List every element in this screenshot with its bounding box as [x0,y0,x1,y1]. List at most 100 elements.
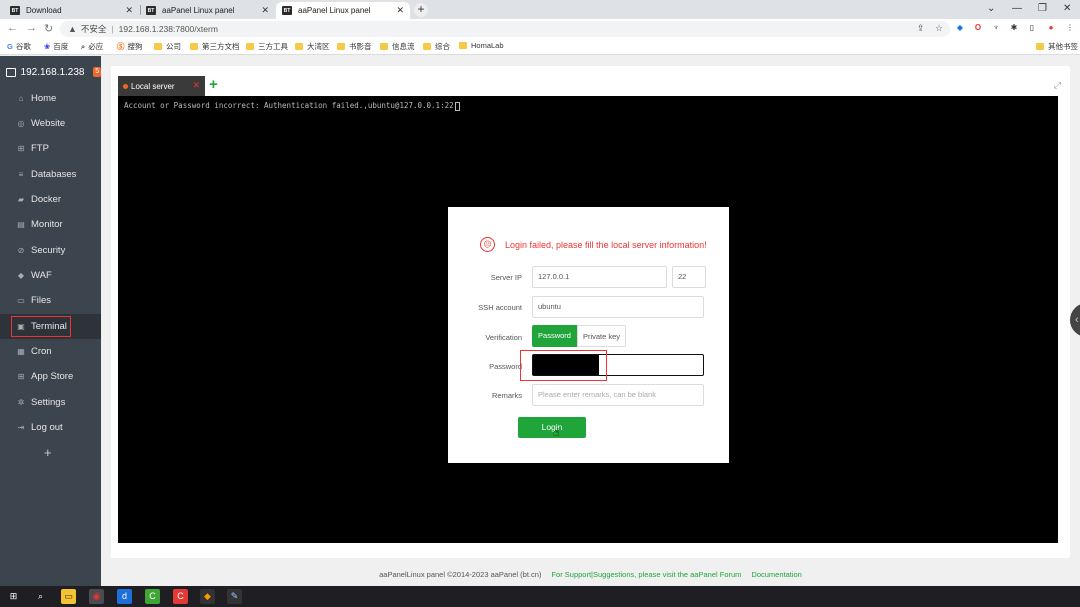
address-bar[interactable]: ▲ 不安全 | 192.168.1.238:7800/xterm [60,21,950,37]
close-icon[interactable]: ✕ [261,5,269,16]
browser-tab-aapanel[interactable]: BT aaPanel Linux panel ✕ [140,2,275,19]
file-explorer-icon[interactable]: ▭ [61,589,76,604]
server-header[interactable]: 192.168.1.238 5 [0,56,101,88]
sidebar-item-settings[interactable]: ✲ Settings [0,390,101,415]
bookmark-folder[interactable]: HomaLab [459,41,504,50]
calendar-icon: ▦ [17,347,25,356]
sidebar-item-files[interactable]: ▭ Files [0,288,101,313]
sidebar-item-monitor[interactable]: ▤ Monitor [0,212,101,237]
windows-start-icon[interactable]: ⊞ [6,589,21,604]
server-ip-input[interactable]: 127.0.0.1 [532,266,667,288]
sidebar-item-waf[interactable]: ◆ WAF [0,263,101,288]
bookmark-label: 谷歌 [15,42,31,51]
shield-check-icon: ⊘ [17,246,25,255]
sidebar-item-app-store[interactable]: ⊞ App Store [0,364,101,389]
verify-password-button[interactable]: Password [532,325,577,347]
share-icon[interactable]: ⇪ [917,23,925,34]
logout-icon: ⇥ [17,423,25,432]
profile-avatar-icon[interactable]: ● [1046,23,1056,33]
bt-favicon-icon: BT [146,6,156,15]
bookmark-folder[interactable]: 大湾区 [295,41,330,52]
sidebar-item-ftp[interactable]: ⊞ FTP [0,136,101,161]
remarks-input[interactable]: Please enter remarks, can be blank [532,384,704,406]
bookmark-label: 书影音 [349,42,372,51]
bookmark-folder[interactable]: 综合 [423,41,450,52]
restore-icon[interactable]: ❐ [1038,3,1047,14]
minimize-icon[interactable]: — [1012,3,1022,14]
sidebar-item-home[interactable]: ⌂ Home [0,86,101,111]
sidebar-item-cron[interactable]: ▦ Cron [0,339,101,364]
translate-extension-icon[interactable]: ◆ [955,23,965,33]
chrome-icon[interactable]: ◉ [89,589,104,604]
bookmark-sogou[interactable]: Ⓢ 搜狗 [117,41,143,52]
tab-label: aaPanel Linux panel [298,6,371,15]
chevron-left-icon[interactable]: ‹ [1070,303,1080,337]
baidu-icon: ❀ [44,42,51,51]
app-c-green-icon[interactable]: C [145,589,160,604]
reload-icon[interactable]: ↻ [44,22,53,35]
bookmark-label: 必应 [88,42,104,51]
sidebar-item-logout[interactable]: ⇥ Log out [0,415,101,440]
folder-icon [459,42,467,49]
close-icon[interactable]: ✕ [396,5,404,16]
sidebar-toggle-icon[interactable]: ▯ [1027,23,1037,33]
bt-favicon-icon: BT [282,6,292,15]
expand-icon[interactable]: ⤢ [1054,80,1061,91]
bookmark-google[interactable]: G 谷歌 [7,41,31,52]
app-c-red-icon[interactable]: C [173,589,188,604]
add-terminal-button[interactable]: + [209,76,218,93]
bookmark-folder[interactable]: 书影音 [337,41,372,52]
bookmarks-bar: G 谷歌 ❀ 百度 ⌕ 必应 Ⓢ 搜狗 公司 第三方文档 三方工具 大湾区 书影音 信息… [0,39,1080,55]
sidebar-item-security[interactable]: ⊘ Security [0,238,101,263]
sidebar-item-label: Databases [31,169,77,180]
terminal-tab-label: Local server [131,81,175,91]
terminal-tab[interactable]: Local server ✕ [118,76,205,96]
opera-extension-icon[interactable]: O [973,23,983,33]
support-link[interactable]: For Support|Suggestions, please visit th… [551,570,741,586]
puzzle-icon[interactable]: ✱ [1009,23,1019,33]
other-bookmarks[interactable]: 其他书签 [1036,41,1078,52]
bookmark-bing[interactable]: ⌕ 必应 [81,41,103,52]
bookmark-folder[interactable]: 三方工具 [246,41,288,52]
highlight-box [11,316,71,337]
back-icon[interactable]: ← [7,22,18,34]
sidebar-item-label: Log out [31,422,63,433]
folder-icon [190,43,198,50]
sidebar-item-databases[interactable]: ≡ Databases [0,162,101,187]
login-button[interactable]: Login [518,417,586,438]
bt-favicon-icon: BT [10,6,20,15]
add-menu-button[interactable]: + [44,445,52,460]
bookmark-folder[interactable]: 第三方文档 [190,41,240,52]
sidebar-item-docker[interactable]: ▰ Docker [0,187,101,212]
notification-badge[interactable]: 5 [93,67,101,77]
port-input[interactable]: 22 [672,266,706,288]
database-icon: ≡ [18,170,24,179]
sidebar-item-website[interactable]: ◎ Website [0,111,101,136]
app-d-icon[interactable]: d [117,589,132,604]
browser-tab-download[interactable]: BT Download ✕ [4,2,139,19]
close-icon[interactable]: ✕ [125,5,133,16]
star-icon[interactable]: ☆ [935,23,943,34]
app-pen-icon[interactable]: ✎ [227,589,242,604]
sidebar-item-terminal[interactable]: ▣ Terminal [0,314,101,339]
forward-icon[interactable]: → [26,22,37,34]
close-icon[interactable]: ✕ [192,80,200,91]
bookmark-label: 百度 [53,42,69,51]
bookmark-label: 信息流 [392,42,415,51]
ssh-account-input[interactable]: ubuntu [532,296,704,318]
copyright-text: aaPanelLinux panel ©2014-2023 aaPanel (b… [379,570,542,579]
bookmark-folder[interactable]: 公司 [154,41,181,52]
close-window-icon[interactable]: ✕ [1063,3,1071,14]
verify-private-key-button[interactable]: Private key [577,325,626,347]
bookmark-folder[interactable]: 信息流 [380,41,415,52]
gear-icon: ✲ [17,398,25,407]
app-diamond-icon[interactable]: ◆ [200,589,215,604]
new-tab-button[interactable]: + [414,3,428,17]
bookmark-baidu[interactable]: ❀ 百度 [44,41,68,52]
extension-icon[interactable]: ♆ [991,23,1001,33]
search-icon[interactable]: ⌕ [33,589,48,604]
documentation-link[interactable]: Documentation [751,570,801,586]
menu-kebab-icon[interactable]: ⋮ [1065,23,1075,33]
browser-tab-aapanel-active[interactable]: BT aaPanel Linux panel ✕ [276,2,410,19]
chevron-down-icon[interactable]: ⌄ [987,3,995,14]
